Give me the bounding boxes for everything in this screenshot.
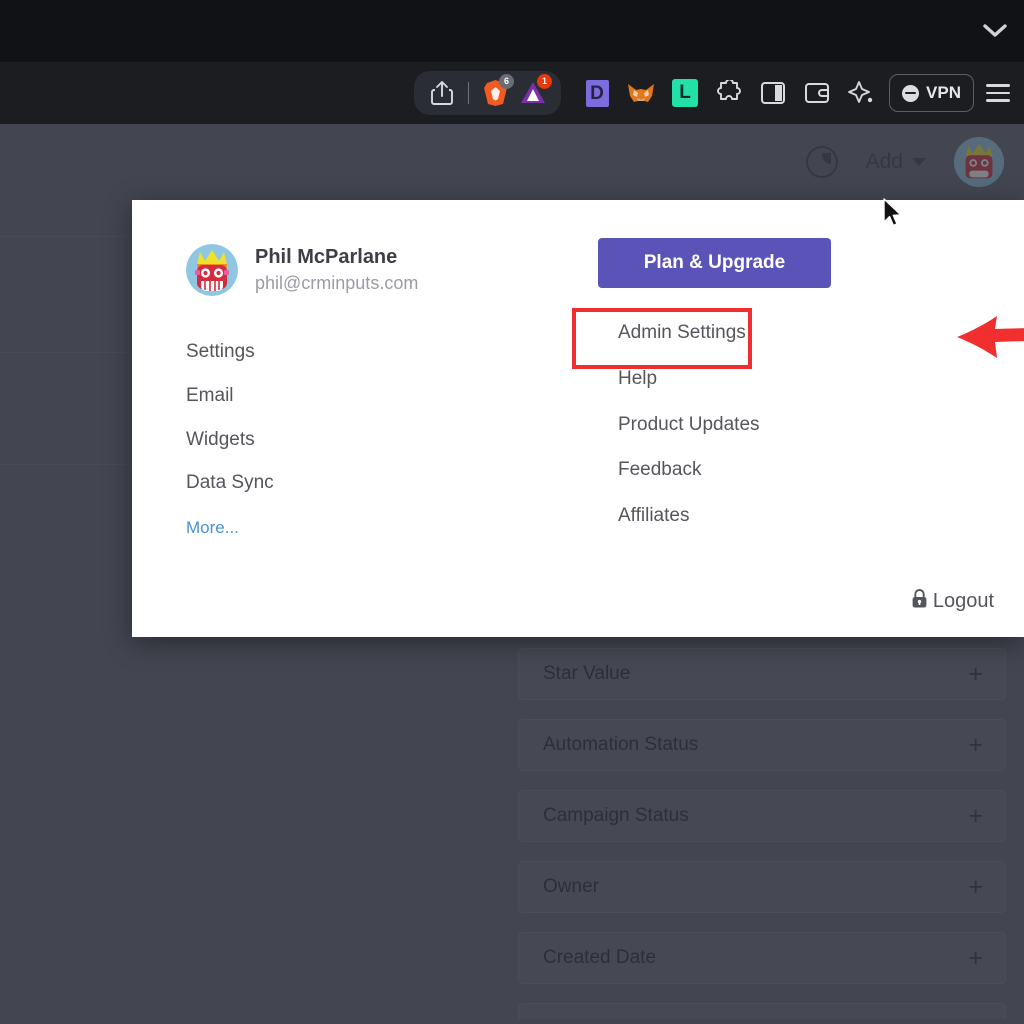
vpn-status-icon <box>902 84 920 102</box>
dashlane-icon[interactable]: D <box>575 71 619 115</box>
field-label: Owner <box>543 876 599 897</box>
add-dropdown-button[interactable]: Add <box>866 150 926 174</box>
account-dropdown-panel: Phil McParlane phil@crminputs.com Settin… <box>132 200 1024 637</box>
left-arrow-annotation <box>759 300 1024 376</box>
os-title-bar <box>0 0 1024 62</box>
menu-item-settings[interactable]: Settings <box>186 330 255 374</box>
plus-icon[interactable]: + <box>968 874 983 900</box>
field-row-partial[interactable] <box>518 1003 1006 1019</box>
user-email: phil@crminputs.com <box>255 273 419 294</box>
field-row[interactable]: Automation Status + <box>518 719 1006 771</box>
extensions-puzzle-icon[interactable] <box>707 71 751 115</box>
field-label: Automation Status <box>543 734 699 755</box>
notification-badge-count: 1 <box>537 74 553 89</box>
field-list: Star Value + Automation Status + Campaig… <box>518 648 1006 1024</box>
menu-item-more[interactable]: More... <box>186 505 239 548</box>
user-name: Phil McParlane <box>255 246 398 269</box>
menu-item-admin-settings[interactable]: Admin Settings <box>594 310 746 356</box>
plus-icon[interactable]: + <box>968 661 983 687</box>
hamburger-menu-icon[interactable] <box>980 75 1016 111</box>
browser-toolbar: 6 1 D L VPN <box>0 62 1024 124</box>
account-menu-right-column: Plan & Upgrade Admin Settings Help Produ… <box>572 200 1024 637</box>
chevron-down-icon[interactable] <box>978 16 1012 46</box>
field-label: Star Value <box>543 663 631 684</box>
field-label: Campaign Status <box>543 805 689 826</box>
lastpass-glyph: L <box>672 79 699 107</box>
sidebar-panel-icon[interactable] <box>751 71 795 115</box>
add-label: Add <box>865 150 903 173</box>
metamask-fox-icon[interactable] <box>619 71 663 115</box>
avatar[interactable] <box>954 137 1004 187</box>
menu-item-data-sync[interactable]: Data Sync <box>186 461 274 505</box>
menu-item-help[interactable]: Help <box>594 356 657 402</box>
menu-item-product-updates[interactable]: Product Updates <box>594 402 760 448</box>
menu-item-affiliates[interactable]: Affiliates <box>594 493 689 539</box>
menu-item-widgets[interactable]: Widgets <box>186 418 255 462</box>
toolbar-divider <box>468 82 470 104</box>
vpn-label: VPN <box>926 83 961 102</box>
plan-and-upgrade-button[interactable]: Plan & Upgrade <box>598 238 831 288</box>
logout-button[interactable]: Logout <box>910 588 994 615</box>
leo-ai-sparkle-icon[interactable] <box>839 71 883 115</box>
monster-king-avatar <box>186 244 238 296</box>
dashlane-glyph: D <box>585 79 609 107</box>
mouse-cursor <box>882 198 904 235</box>
vpn-toggle-button[interactable]: VPN <box>889 74 974 112</box>
field-label: Created Date <box>543 947 657 968</box>
triangle-shield-icon[interactable]: 1 <box>515 74 553 111</box>
brave-badge-count: 6 <box>499 74 515 89</box>
half-moon-clock-icon[interactable] <box>805 146 838 178</box>
plus-icon[interactable]: + <box>968 803 983 829</box>
menu-item-feedback[interactable]: Feedback <box>594 447 701 493</box>
user-text-block: Phil McParlane phil@crminputs.com <box>255 244 418 295</box>
logout-label: Logout <box>932 590 994 612</box>
share-upload-icon[interactable] <box>424 75 460 111</box>
account-menu-left-column: Phil McParlane phil@crminputs.com Settin… <box>132 200 594 637</box>
lastpass-icon[interactable]: L <box>663 71 707 115</box>
field-row[interactable]: Star Value + <box>518 648 1006 700</box>
field-row[interactable]: Created Date + <box>518 932 1006 984</box>
field-row[interactable]: Campaign Status + <box>518 790 1006 842</box>
wallet-icon[interactable] <box>795 71 839 115</box>
browser-action-group: 6 1 <box>414 71 562 115</box>
plus-icon[interactable]: + <box>968 732 983 758</box>
brave-lion-icon[interactable]: 6 <box>477 74 515 111</box>
menu-item-email[interactable]: Email <box>186 374 234 418</box>
app-header: Add <box>0 124 1024 200</box>
lock-icon <box>910 588 929 615</box>
chevron-down-icon <box>912 158 926 166</box>
field-row[interactable]: Owner + <box>518 861 1006 913</box>
plus-icon[interactable]: + <box>968 945 983 971</box>
user-identity-block: Phil McParlane phil@crminputs.com <box>186 244 594 296</box>
